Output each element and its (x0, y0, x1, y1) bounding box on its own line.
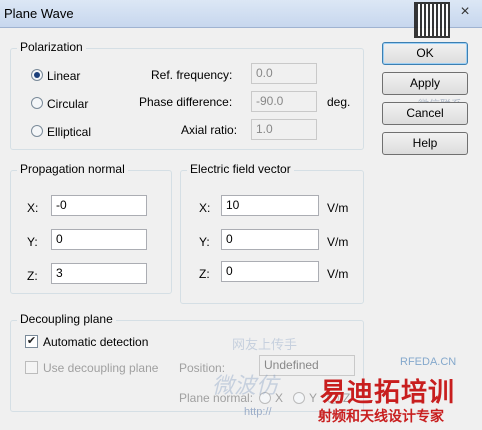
efield-x-label: X: (199, 201, 211, 215)
efield-z-field[interactable]: 0 (221, 261, 319, 282)
efield-z-unit: V/m (327, 267, 349, 281)
efield-y-field[interactable]: 0 (221, 229, 319, 250)
axial-ratio-field[interactable]: 1.0 (251, 119, 317, 140)
phase-difference-field[interactable]: -90.0 (251, 91, 317, 112)
decoupling-plane-group: Decoupling plane ✔ Automatic detection U… (10, 312, 364, 412)
ok-button[interactable]: OK (382, 42, 468, 65)
electric-field-vector-group: Electric field vector X: 10 V/m Y: 0 V/m… (180, 162, 364, 304)
radio-elliptical-label: Elliptical (47, 125, 92, 139)
plane-normal-x-label: X (275, 391, 284, 405)
ref-frequency-field[interactable]: 0.0 (251, 63, 317, 84)
efield-y-unit: V/m (327, 235, 349, 249)
use-decoupling-plane-checkbox[interactable] (25, 361, 38, 374)
efield-z-label: Z: (199, 267, 210, 281)
plane-normal-y-label: Y (309, 391, 318, 405)
window-title: Plane Wave (4, 6, 74, 21)
use-decoupling-plane-label: Use decoupling plane (43, 361, 159, 375)
radio-circular[interactable] (31, 97, 43, 109)
radio-circular-label: Circular (47, 97, 89, 111)
radio-elliptical[interactable] (31, 125, 43, 137)
prop-y-label: Y: (27, 235, 38, 249)
radio-linear-label: Linear (47, 69, 81, 83)
qr-code-watermark (414, 2, 450, 38)
automatic-detection-checkbox[interactable]: ✔ (25, 335, 38, 348)
prop-z-field[interactable]: 3 (51, 263, 147, 284)
efield-x-field[interactable]: 10 (221, 195, 319, 216)
prop-y-field[interactable]: 0 (51, 229, 147, 250)
decoupling-plane-legend: Decoupling plane (17, 312, 116, 326)
automatic-detection-label: Automatic detection (43, 335, 149, 349)
prop-x-label: X: (27, 201, 39, 215)
phase-difference-unit: deg. (327, 95, 351, 109)
plane-normal-z-radio[interactable] (327, 392, 339, 404)
watermark-site: RFEDA.CN (400, 356, 457, 368)
help-button[interactable]: Help (382, 132, 468, 155)
title-bar: Plane Wave × (0, 0, 482, 28)
plane-normal-x-radio[interactable] (259, 392, 271, 404)
cancel-button[interactable]: Cancel (382, 102, 468, 125)
plane-normal-z-label: Z (343, 391, 351, 405)
apply-button[interactable]: Apply (382, 72, 468, 95)
position-field[interactable]: Undefined (259, 355, 355, 376)
polarization-group: Polarization Linear Circular Elliptical … (10, 40, 364, 150)
close-icon[interactable]: × (454, 3, 476, 21)
axial-ratio-label: Axial ratio: (181, 123, 238, 137)
efield-y-label: Y: (199, 235, 210, 249)
propagation-normal-legend: Propagation normal (17, 162, 128, 176)
propagation-normal-group: Propagation normal X: -0 Y: 0 Z: 3 (10, 162, 172, 294)
prop-x-field[interactable]: -0 (51, 195, 147, 216)
prop-z-label: Z: (27, 269, 38, 283)
position-label: Position: (179, 361, 226, 375)
polarization-legend: Polarization (17, 40, 86, 54)
plane-normal-label: Plane normal: (179, 391, 254, 405)
electric-field-vector-legend: Electric field vector (187, 162, 294, 176)
radio-linear[interactable] (31, 69, 43, 81)
efield-x-unit: V/m (327, 201, 349, 215)
phase-difference-label: Phase difference: (139, 95, 233, 109)
plane-normal-y-radio[interactable] (293, 392, 305, 404)
ref-frequency-label: Ref. frequency: (151, 68, 233, 82)
